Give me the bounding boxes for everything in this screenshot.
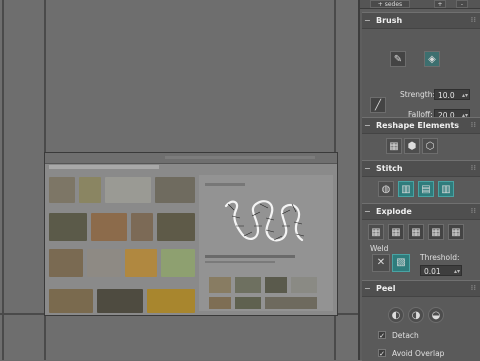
break-by-angle-icon[interactable]: ▦ xyxy=(428,224,444,240)
strength-spinner[interactable]: 10.0 ▴▾ xyxy=(434,89,470,100)
spinner-arrows-icon[interactable]: ▴▾ xyxy=(454,266,460,277)
selection-widget[interactable]: + sedes xyxy=(370,0,410,8)
avoid-overlap-label: Avoid Overlap xyxy=(392,349,445,358)
related-image xyxy=(235,297,261,309)
result-image xyxy=(157,213,195,241)
avoid-overlap-checkbox[interactable]: ✓ xyxy=(378,349,386,358)
drag-handle-icon[interactable]: ⁞⁞ xyxy=(471,118,476,133)
drag-handle-icon[interactable]: ⁞⁞ xyxy=(471,204,476,219)
browser-search-bar xyxy=(49,165,159,169)
result-image xyxy=(87,249,121,277)
quick-peel-icon[interactable]: ◐ xyxy=(388,307,404,323)
related-image xyxy=(209,277,231,293)
reset-peel-icon[interactable]: ◒ xyxy=(428,307,444,323)
related-image xyxy=(291,277,317,293)
brush-rollout: − Brush ⁞⁞ ✎ ◈ ╱ Strength: 10.0 ▴▾ Fallof… xyxy=(362,12,480,120)
strength-label: Strength: xyxy=(400,90,435,99)
result-image xyxy=(49,213,87,241)
result-image xyxy=(147,289,195,313)
browser-icons-strip xyxy=(165,156,315,159)
detach-checkbox[interactable]: ✓ xyxy=(378,331,386,340)
spinner-arrows-icon[interactable]: ▴▾ xyxy=(462,90,468,101)
break-selected-icon[interactable]: ▦ xyxy=(448,224,464,240)
unwrap-command-panel: + sedes + - − Brush ⁞⁞ ✎ ◈ ╱ Strength: 1… xyxy=(358,0,480,361)
result-image xyxy=(91,213,127,241)
explode-rollout: − Explode ⁞⁞ ▦ ▦ ▦ ▦ ▦ Weld Threshold: ✕… xyxy=(362,203,480,290)
paint-brush-icon[interactable]: ✎ xyxy=(390,51,406,67)
collapse-icon: − xyxy=(364,121,371,130)
detach-label: Detach xyxy=(392,331,419,340)
drag-handle-icon[interactable]: ⁞⁞ xyxy=(471,161,476,176)
drag-handle-icon[interactable]: ⁞⁞ xyxy=(471,13,476,28)
straighten-grid-icon[interactable]: ▦ xyxy=(386,138,402,154)
collapse-icon: − xyxy=(364,164,371,173)
related-image xyxy=(265,277,287,293)
result-image xyxy=(105,177,151,203)
drag-handle-icon[interactable]: ⁞⁞ xyxy=(471,281,476,296)
preview-header xyxy=(205,183,245,186)
stitch-to-source-icon[interactable]: ▥ xyxy=(398,181,414,197)
result-image xyxy=(155,177,195,203)
line-tool-icon[interactable]: ╱ xyxy=(370,97,386,113)
add-button[interactable]: + xyxy=(434,0,446,8)
weld-selected-icon[interactable]: ✕ xyxy=(372,254,390,272)
rectangle-cube-icon[interactable]: ⬡ xyxy=(422,138,438,154)
related-image xyxy=(209,297,231,309)
collapse-icon: − xyxy=(364,16,371,25)
weld-label: Weld xyxy=(370,244,389,253)
related-image xyxy=(235,277,261,293)
result-image xyxy=(49,177,75,203)
threshold-spinner[interactable]: 0.01 ▴▾ xyxy=(420,265,462,276)
peel-mode-icon[interactable]: ◑ xyxy=(408,307,424,323)
reshape-elements-rollout: − Reshape Elements ⁞⁞ ▦ ⬢ ⬡ xyxy=(362,117,480,162)
rollout-title: Reshape Elements xyxy=(376,121,460,130)
stitch-rollout-body: ◍ ▥ ▤ ▥ xyxy=(362,177,480,205)
threshold-label: Threshold: xyxy=(420,253,460,262)
relax-brush-icon[interactable]: ◈ xyxy=(424,51,440,67)
relax-cube-icon[interactable]: ⬢ xyxy=(404,138,420,154)
strength-value: 10.0 xyxy=(438,91,455,100)
peel-rollout: − Peel ⁞⁞ ◐ ◑ ◒ ✓ Detach ✓ Avoid Overlap xyxy=(362,280,480,361)
uv-editor-viewport[interactable] xyxy=(0,0,358,360)
stitch-rollout-header[interactable]: − Stitch ⁞⁞ xyxy=(362,160,480,177)
preview-caption xyxy=(205,255,295,258)
weld-all-icon[interactable]: ▧ xyxy=(392,254,410,272)
collapse-icon: − xyxy=(364,284,371,293)
stitch-rollout: − Stitch ⁞⁞ ◍ ▥ ▤ ▥ xyxy=(362,160,480,205)
stitch-custom-icon[interactable]: ◍ xyxy=(378,181,394,197)
snake-uv-wireframe[interactable] xyxy=(222,196,306,246)
result-image xyxy=(125,249,157,277)
result-image xyxy=(131,213,153,241)
result-image xyxy=(49,289,93,313)
reshape-elements-rollout-header[interactable]: − Reshape Elements ⁞⁞ xyxy=(362,117,480,134)
grid-line xyxy=(2,0,4,360)
result-image xyxy=(161,249,195,277)
rollout-title: Explode xyxy=(376,207,412,216)
result-image xyxy=(97,289,143,313)
rollout-title: Brush xyxy=(376,16,403,25)
result-image xyxy=(79,177,101,203)
result-image xyxy=(49,249,83,277)
threshold-value: 0.01 xyxy=(424,267,441,276)
reshape-elements-rollout-body: ▦ ⬢ ⬡ xyxy=(362,134,480,162)
brush-rollout-header[interactable]: − Brush ⁞⁞ xyxy=(362,12,480,29)
peel-rollout-header[interactable]: − Peel ⁞⁞ xyxy=(362,280,480,297)
remove-button[interactable]: - xyxy=(456,0,468,8)
collapse-icon: − xyxy=(364,207,371,216)
peel-rollout-body: ◐ ◑ ◒ ✓ Detach ✓ Avoid Overlap xyxy=(362,297,480,361)
brush-rollout-body: ✎ ◈ ╱ Strength: 10.0 ▴▾ Falloff: 20.0 ▴▾ xyxy=(362,29,480,120)
rollout-title: Stitch xyxy=(376,164,403,173)
preview-caption-line xyxy=(205,261,275,263)
explode-rollout-header[interactable]: − Explode ⁞⁞ xyxy=(362,203,480,220)
break-by-polygroups-icon[interactable]: ▦ xyxy=(368,224,384,240)
stitch-to-target-icon[interactable]: ▥ xyxy=(438,181,454,197)
related-image xyxy=(265,297,317,309)
rollout-title: Peel xyxy=(376,284,396,293)
break-by-material-icon[interactable]: ▦ xyxy=(408,224,424,240)
break-by-smoothing-icon[interactable]: ▦ xyxy=(388,224,404,240)
stitch-to-average-icon[interactable]: ▤ xyxy=(418,181,434,197)
